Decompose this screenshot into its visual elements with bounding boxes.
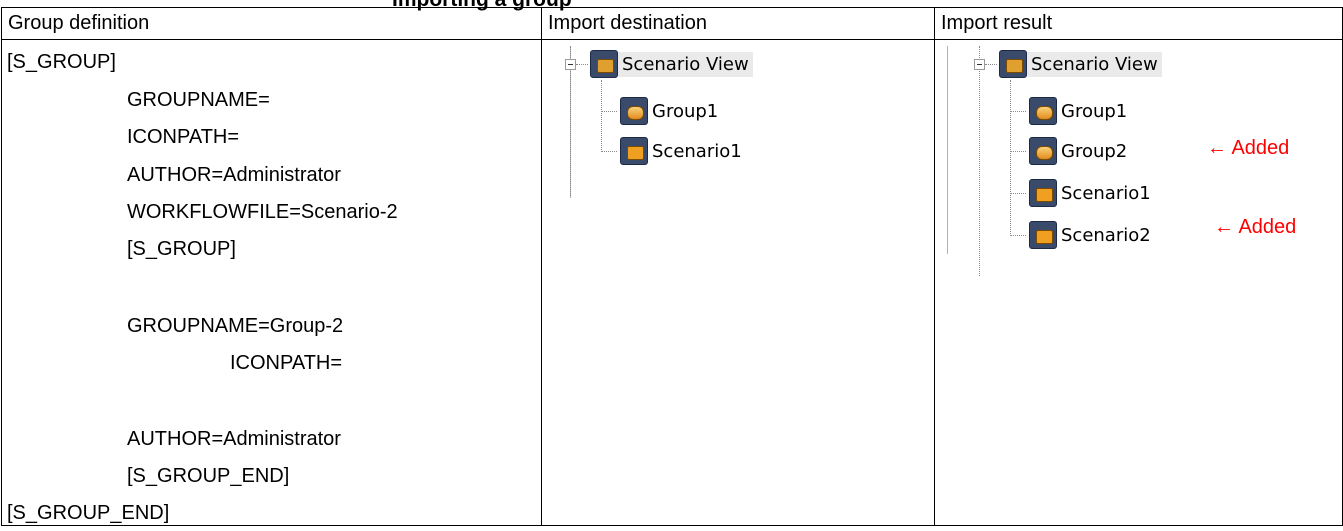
definition-line: ICONPATH= — [127, 126, 240, 148]
added-note: ← Added — [1207, 137, 1290, 159]
definition-line: [S_GROUP] — [7, 51, 116, 73]
tree-node-group1[interactable]: Group1 — [1029, 95, 1131, 127]
scenario-view-icon — [999, 50, 1027, 78]
definition-line: WORKFLOWFILE=Scenario-2 — [127, 201, 398, 223]
import-result-cell: Scenario View Group1 Group2 Scenario1 Sc… — [934, 39, 1343, 526]
tree-node-group1[interactable]: Group1 — [620, 95, 722, 127]
tree-node-scenario2[interactable]: Scenario2 — [1029, 219, 1155, 251]
tree-node-label: Scenario View — [618, 51, 753, 77]
header-import-destination: Import destination — [541, 7, 935, 40]
scenario-icon — [1029, 179, 1057, 207]
result-tree: Scenario View Group1 Group2 Scenario1 Sc… — [935, 40, 1342, 525]
definition-line: [S_GROUP_END] — [127, 465, 290, 487]
header-group-definition: Group definition — [1, 7, 542, 40]
tree-node-root[interactable]: Scenario View — [590, 48, 753, 80]
definition-line: AUTHOR=Administrator — [127, 164, 341, 186]
collapse-icon[interactable] — [974, 59, 985, 70]
group-icon — [620, 97, 648, 125]
tree-node-root[interactable]: Scenario View — [999, 48, 1162, 80]
tree-node-label: Scenario1 — [652, 140, 742, 162]
tree-node-label: Scenario View — [1027, 51, 1162, 77]
tree-node-label: Scenario2 — [1061, 224, 1151, 246]
group-definition-cell: [S_GROUP] GROUPNAME= ICONPATH= AUTHOR=Ad… — [1, 39, 542, 526]
definition-line: GROUPNAME=Group-2 — [127, 315, 344, 337]
tree-node-group2[interactable]: Group2 — [1029, 135, 1131, 167]
group-icon — [1029, 97, 1057, 125]
tree-node-label: Group1 — [652, 100, 719, 122]
import-destination-cell: Scenario View Group1 Scenario1 — [541, 39, 935, 526]
tree-node-scenario1[interactable]: Scenario1 — [1029, 177, 1155, 209]
scenario-icon — [620, 137, 648, 165]
tree-node-label: Scenario1 — [1061, 182, 1151, 204]
tree-node-label: Group1 — [1061, 100, 1128, 122]
scenario-view-icon — [590, 50, 618, 78]
comparison-table: Group definition Import destination Impo… — [1, 7, 1343, 526]
tree-node-scenario1[interactable]: Scenario1 — [620, 135, 746, 167]
group-icon — [1029, 137, 1057, 165]
definition-line: ICONPATH= — [230, 352, 343, 374]
definition-line: AUTHOR=Administrator — [127, 428, 341, 450]
definition-line: [S_GROUP_END] — [7, 502, 170, 524]
destination-tree: Scenario View Group1 Scenario1 — [542, 40, 934, 525]
header-import-result: Import result — [934, 7, 1343, 40]
tree-node-label: Group2 — [1061, 140, 1128, 162]
collapse-icon[interactable] — [565, 59, 576, 70]
added-note: ← Added — [1214, 216, 1297, 238]
scenario-icon — [1029, 221, 1057, 249]
definition-line: GROUPNAME= — [127, 89, 270, 111]
definition-line: [S_GROUP] — [127, 238, 236, 260]
